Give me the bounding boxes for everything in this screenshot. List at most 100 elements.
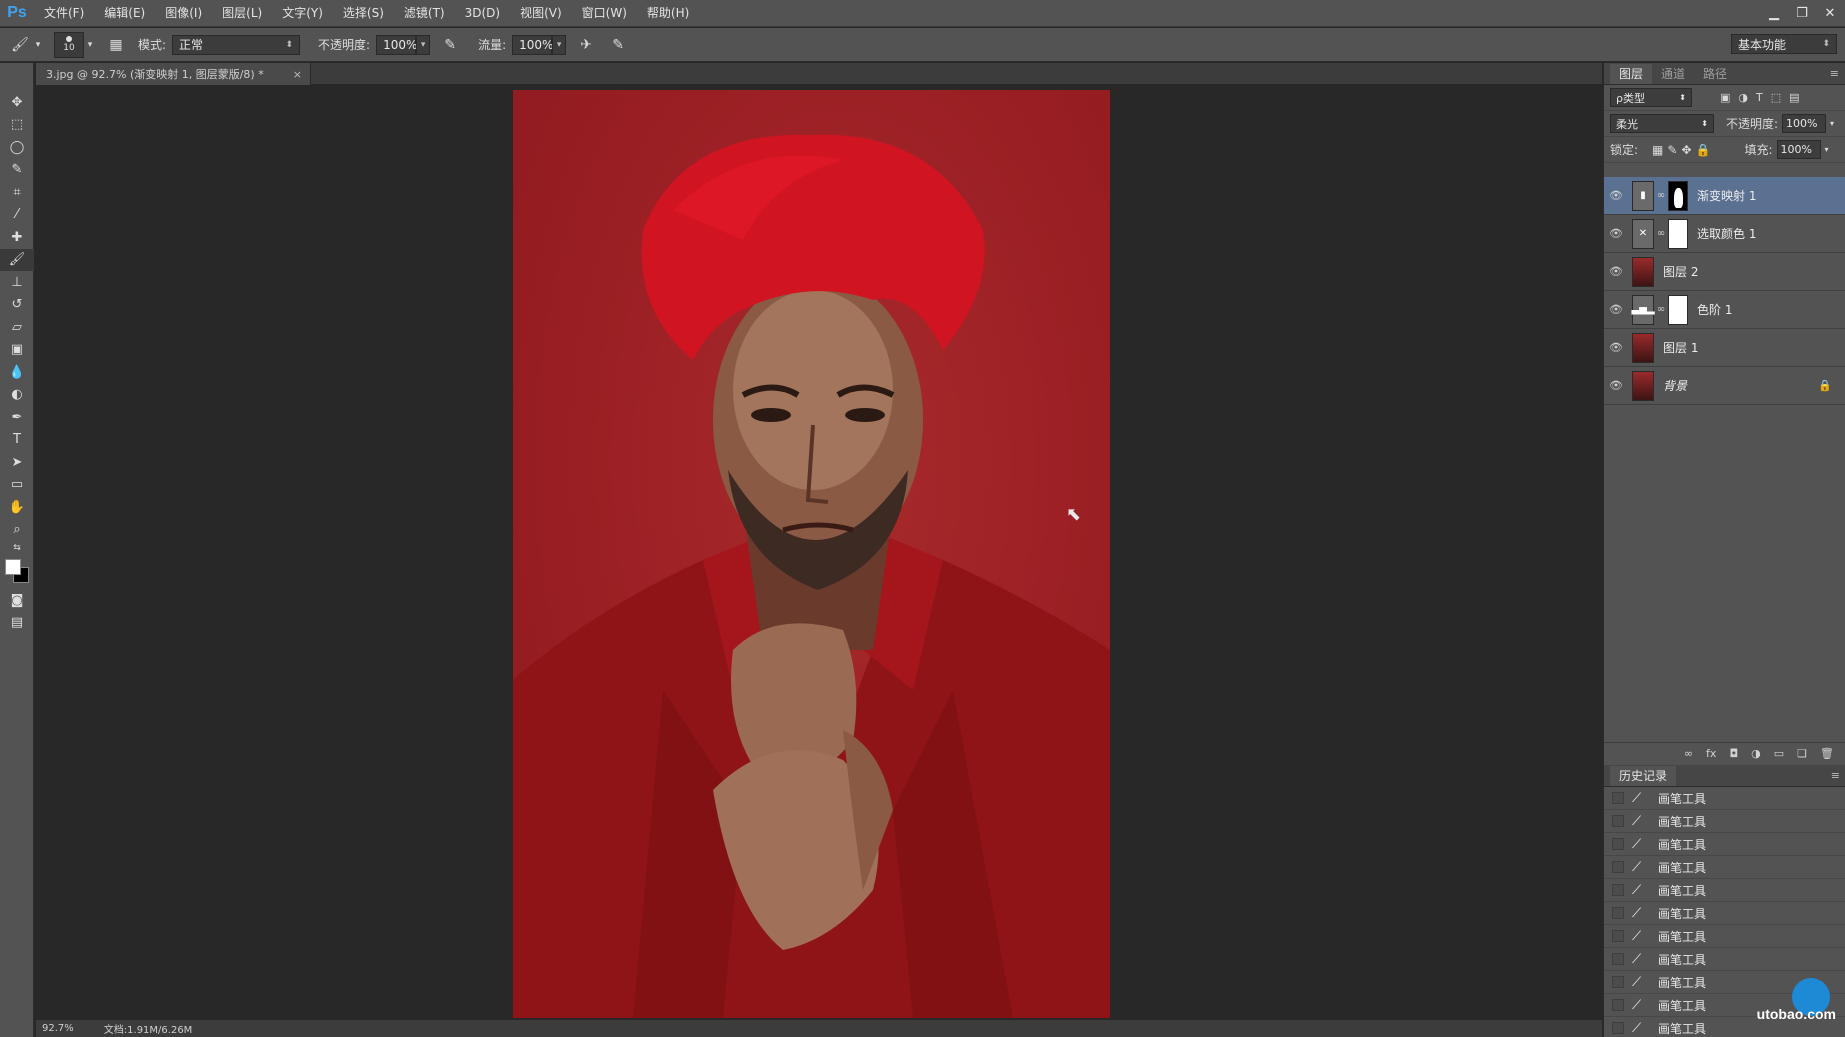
fx-icon[interactable]: fx <box>1706 747 1716 760</box>
visibility-eye-icon[interactable]: 👁 <box>1604 227 1628 240</box>
history-snapshot-checkbox[interactable] <box>1612 884 1624 896</box>
history-item[interactable]: ⟋ 画笔工具 <box>1604 810 1845 833</box>
type-tool-icon[interactable]: T <box>0 429 34 452</box>
history-item[interactable]: ⟋ 画笔工具 <box>1604 787 1845 810</box>
new-group-icon[interactable]: ▭ <box>1774 747 1784 760</box>
pressure-size-icon[interactable]: ✎ <box>606 33 630 57</box>
lock-position-icon[interactable]: ✥ <box>1681 143 1691 157</box>
visibility-eye-icon[interactable]: 👁 <box>1604 189 1628 202</box>
menu-image[interactable]: 图像(I) <box>155 0 212 27</box>
filter-pixel-icon[interactable]: ▣ <box>1720 91 1730 104</box>
menu-window[interactable]: 窗口(W) <box>572 0 637 27</box>
tab-close-icon[interactable]: × <box>293 68 302 81</box>
path-select-tool-icon[interactable]: ➤ <box>0 451 34 474</box>
shape-tool-icon[interactable]: ▭ <box>0 474 34 497</box>
swap-colors-icon[interactable]: ⇆ <box>0 541 34 555</box>
layer-filter-select[interactable]: ρ类型 ⬍ <box>1610 88 1692 107</box>
layer-2[interactable]: 👁 图层 2 <box>1604 253 1845 291</box>
link-chain-icon[interactable]: ∞ <box>1654 304 1668 315</box>
minimize-icon[interactable]: ▁ <box>1765 6 1783 22</box>
clone-stamp-tool-icon[interactable]: ⊥ <box>0 271 34 294</box>
adjustment-layer-icon[interactable]: ◑ <box>1751 747 1761 760</box>
pressure-opacity-icon[interactable]: ✎ <box>438 33 462 57</box>
brush-panel-icon[interactable]: ▦ <box>104 33 128 57</box>
crop-tool-icon[interactable]: ⌗ <box>0 181 34 204</box>
brush-size-picker[interactable]: 10 <box>54 31 84 58</box>
visibility-eye-icon[interactable]: 👁 <box>1604 303 1628 316</box>
chevron-down-icon[interactable]: ▾ <box>1830 119 1834 128</box>
menu-edit[interactable]: 编辑(E) <box>94 0 155 27</box>
visibility-eye-icon[interactable]: 👁 <box>1604 341 1628 354</box>
history-item[interactable]: ⟋ 画笔工具 <box>1604 1017 1845 1037</box>
history-brush-tool-icon[interactable]: ↺ <box>0 294 34 317</box>
filter-smart-object-icon[interactable]: ▤ <box>1789 91 1799 104</box>
visibility-eye-icon[interactable]: 👁 <box>1604 379 1628 392</box>
filter-shape-icon[interactable]: ⬚ <box>1771 91 1781 104</box>
blur-tool-icon[interactable]: 💧 <box>0 361 34 384</box>
restore-icon[interactable]: ❐ <box>1793 6 1811 22</box>
quick-select-tool-icon[interactable]: ✎ <box>0 159 34 182</box>
history-snapshot-checkbox[interactable] <box>1612 838 1624 850</box>
menu-select[interactable]: 选择(S) <box>333 0 394 27</box>
dodge-tool-icon[interactable]: ◐ <box>0 384 34 407</box>
chevron-down-icon[interactable]: ▾ <box>1825 145 1829 154</box>
chevron-down-icon[interactable]: ▾ <box>84 33 96 57</box>
history-item[interactable]: ⟋ 画笔工具 <box>1604 994 1845 1017</box>
brush-tool-preset-icon[interactable]: 🖌 <box>8 33 32 57</box>
menu-filter[interactable]: 滤镜(T) <box>394 0 455 27</box>
lock-all-icon[interactable]: 🔒 <box>1696 143 1711 157</box>
quick-mask-icon[interactable]: ◙ <box>0 589 34 612</box>
menu-help[interactable]: 帮助(H) <box>637 0 699 27</box>
document-image[interactable] <box>513 90 1110 1018</box>
menu-view[interactable]: 视图(V) <box>510 0 572 27</box>
history-item[interactable]: ⟋ 画笔工具 <box>1604 833 1845 856</box>
layer-opacity-input[interactable]: 100% <box>1782 114 1827 133</box>
fill-input[interactable]: 100% <box>1776 140 1821 159</box>
airbrush-icon[interactable]: ✈ <box>574 33 598 57</box>
zoom-level[interactable]: 92.7% <box>42 1023 74 1034</box>
layer-levels[interactable]: 👁 ▃▅▂ ∞ 色阶 1 <box>1604 291 1845 329</box>
tab-layers[interactable]: 图层 <box>1610 64 1653 84</box>
menu-3d[interactable]: 3D(D) <box>455 0 510 27</box>
move-tool-icon[interactable]: ✥ <box>0 91 34 114</box>
brush-tool-icon[interactable]: 🖌 <box>0 248 34 271</box>
marquee-tool-icon[interactable]: ⬚ <box>0 114 34 137</box>
history-item[interactable]: ⟋ 画笔工具 <box>1604 879 1845 902</box>
panel-menu-icon[interactable]: ≡ <box>1830 64 1839 84</box>
history-item[interactable]: ⟋ 画笔工具 <box>1604 856 1845 879</box>
layer-gradient-map[interactable]: 👁 ▮ ∞ 渐变映射 1 <box>1604 177 1845 215</box>
blend-mode-select[interactable]: 柔光 ⬍ <box>1610 114 1714 133</box>
history-snapshot-checkbox[interactable] <box>1612 861 1624 873</box>
screen-mode-icon[interactable]: ▤ <box>0 612 34 635</box>
layer-selective-color[interactable]: 👁 ✕ ∞ 选取颜色 1 <box>1604 215 1845 253</box>
history-item[interactable]: ⟋ 画笔工具 <box>1604 902 1845 925</box>
menu-layer[interactable]: 图层(L) <box>212 0 272 27</box>
trash-icon[interactable]: 🗑 <box>1820 747 1834 760</box>
layer-background[interactable]: 👁 背景 🔒 <box>1604 367 1845 405</box>
lock-transparent-icon[interactable]: ▦ <box>1652 143 1663 157</box>
new-layer-icon[interactable]: ❏ <box>1797 747 1807 760</box>
history-item[interactable]: ⟋ 画笔工具 <box>1604 948 1845 971</box>
healing-brush-tool-icon[interactable]: ✚ <box>0 226 34 249</box>
visibility-eye-icon[interactable]: 👁 <box>1604 265 1628 278</box>
history-item[interactable]: ⟋ 画笔工具 <box>1604 971 1845 994</box>
link-chain-icon[interactable]: ∞ <box>1654 228 1668 239</box>
tab-channels[interactable]: 通道 <box>1652 64 1694 84</box>
gradient-tool-icon[interactable]: ▣ <box>0 339 34 362</box>
history-snapshot-checkbox[interactable] <box>1612 1022 1624 1034</box>
color-swatches[interactable] <box>0 555 34 589</box>
eyedropper-tool-icon[interactable]: ⁄ <box>0 204 34 227</box>
history-snapshot-checkbox[interactable] <box>1612 953 1624 965</box>
menu-file[interactable]: 文件(F) <box>34 0 94 27</box>
pen-tool-icon[interactable]: ✒ <box>0 406 34 429</box>
workspace-select[interactable]: 基本功能 ⬍ <box>1731 34 1837 54</box>
layer-1[interactable]: 👁 图层 1 <box>1604 329 1845 367</box>
flow-dropdown[interactable]: ▾ <box>552 34 567 55</box>
lock-pixels-icon[interactable]: ✎ <box>1667 143 1677 157</box>
close-icon[interactable]: ✕ <box>1821 6 1839 22</box>
tab-paths[interactable]: 路径 <box>1694 64 1736 84</box>
history-item[interactable]: ⟋ 画笔工具 <box>1604 925 1845 948</box>
link-layers-icon[interactable]: ∞ <box>1684 747 1693 760</box>
add-mask-icon[interactable]: ◘ <box>1729 747 1738 760</box>
panel-menu-icon[interactable]: ≡ <box>1831 766 1840 786</box>
